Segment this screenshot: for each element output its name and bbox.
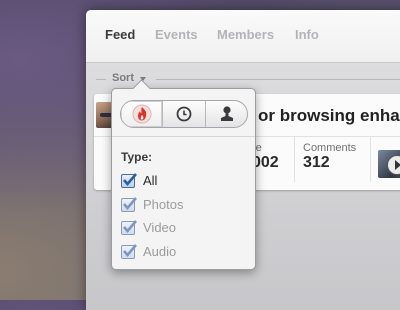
divider (294, 136, 295, 182)
option-label: Video (143, 220, 177, 235)
tab-events[interactable]: Events (155, 27, 198, 42)
checkbox-photos[interactable] (121, 197, 137, 212)
comments-count: 312 (303, 154, 330, 171)
post-title[interactable]: or browsing enhance (258, 106, 400, 126)
sort-popover: Type: All Photos Video Audio (111, 79, 256, 270)
comments-label: Comments (303, 142, 357, 154)
divider (156, 79, 400, 80)
type-heading: Type: (121, 150, 153, 164)
sort-recent-button[interactable] (162, 101, 204, 127)
sort-segmented-control (120, 100, 248, 128)
option-label: Audio (143, 244, 177, 259)
person-icon (220, 106, 233, 121)
stat-value: 002 (252, 154, 279, 171)
option-label: All (143, 173, 158, 188)
tab-info[interactable]: Info (295, 27, 319, 42)
sort-dropdown[interactable]: Sort (112, 72, 134, 84)
tab-bar: Feed Events Members Info (86, 10, 400, 63)
option-label: Photos (143, 197, 184, 212)
checkmark-icon (123, 220, 137, 233)
clock-icon (176, 106, 192, 122)
divider (370, 136, 371, 182)
sort-popular-button[interactable] (121, 101, 163, 127)
checkbox-video[interactable] (121, 220, 137, 235)
flame-icon (132, 104, 152, 124)
sort-people-button[interactable] (204, 101, 247, 127)
play-icon[interactable] (387, 155, 400, 175)
checkbox-audio[interactable] (121, 244, 137, 259)
checkmark-icon (123, 197, 137, 210)
video-thumbnail[interactable] (378, 150, 400, 178)
checkbox-all[interactable] (121, 173, 137, 188)
tab-members[interactable]: Members (217, 27, 274, 42)
tab-feed[interactable]: Feed (105, 27, 135, 42)
divider (112, 136, 255, 137)
checkmark-icon (123, 244, 137, 257)
divider (96, 79, 106, 80)
checkmark-icon (123, 173, 137, 186)
